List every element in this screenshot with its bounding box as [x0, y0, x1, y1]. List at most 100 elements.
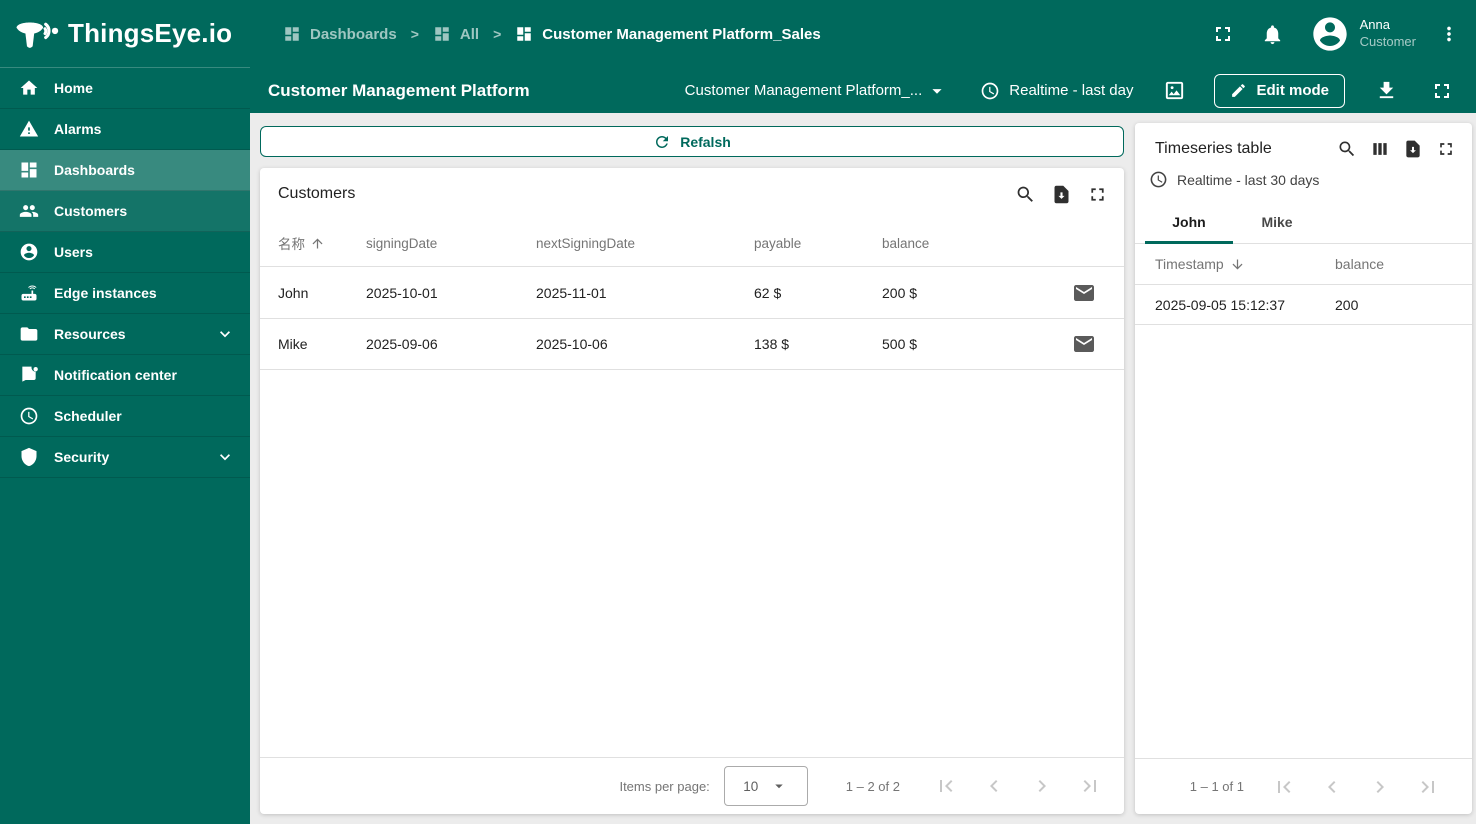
table-header-row: Timestamp balance	[1135, 244, 1472, 285]
pencil-icon	[1230, 82, 1247, 99]
cell-payable: 138 $	[754, 336, 790, 352]
dashboard-fullscreen-icon[interactable]	[1430, 79, 1454, 103]
paginator: 1 – 1 of 1	[1135, 758, 1472, 814]
timewindow-selector[interactable]: Realtime - last day	[980, 81, 1133, 101]
page-size-select[interactable]: 10	[723, 766, 808, 806]
table-row[interactable]: Mike 2025-09-06 2025-10-06 138 $ 500 $	[260, 318, 1124, 370]
dashboard-grid-icon	[433, 25, 451, 43]
sidebar-item-scheduler[interactable]: Scheduler	[0, 396, 250, 437]
sidebar-item-edge-instances[interactable]: Edge instances	[0, 273, 250, 314]
tab-mike[interactable]: Mike	[1233, 200, 1321, 243]
dashboard-grid-icon	[19, 160, 39, 180]
paginator: Items per page: 10 1 – 2 of 2	[260, 757, 1124, 814]
cell-timestamp: 2025-09-05 15:12:37	[1155, 296, 1285, 313]
router-icon	[19, 283, 39, 303]
export-file-icon[interactable]	[1051, 184, 1072, 205]
column-header-timestamp[interactable]: Timestamp	[1155, 256, 1335, 272]
table-row[interactable]: 2025-09-05 15:12:37 200	[1135, 285, 1472, 325]
cell-signing-date: 2025-10-01	[366, 284, 438, 301]
widget-fullscreen-icon[interactable]	[1436, 139, 1456, 159]
tab-john[interactable]: John	[1145, 200, 1233, 244]
breadcrumb-all[interactable]: All	[433, 25, 479, 43]
app-window: ThingsEye.io Dashboards > All > Customer…	[0, 0, 1476, 824]
cell-next-signing-date: 2025-11-01	[536, 284, 607, 301]
sidebar-item-customers[interactable]: Customers	[0, 191, 250, 232]
sidebar-item-security[interactable]: Security	[0, 437, 250, 478]
sort-desc-icon	[1230, 257, 1245, 272]
notifications-bell-icon[interactable]	[1261, 23, 1284, 46]
cell-signing-date: 2025-09-06	[366, 336, 438, 352]
user-avatar[interactable]	[1310, 14, 1350, 54]
email-icon[interactable]	[1072, 281, 1096, 305]
next-page-icon[interactable]	[1368, 775, 1392, 799]
column-header-balance[interactable]: balance	[1335, 256, 1472, 272]
sidebar-item-users[interactable]: Users	[0, 232, 250, 273]
column-header-balance[interactable]: balance	[882, 236, 1032, 251]
table-empty-space	[260, 370, 1124, 757]
search-icon[interactable]	[1015, 184, 1036, 205]
search-icon[interactable]	[1337, 139, 1357, 159]
column-header-name[interactable]: 名称	[260, 233, 366, 253]
first-page-icon[interactable]	[1272, 775, 1296, 799]
breadcrumb: Dashboards > All > Customer Management P…	[283, 25, 821, 43]
widget-header: Customers	[260, 168, 1124, 220]
sidebar-item-dashboards[interactable]: Dashboards	[0, 150, 250, 191]
edit-mode-button[interactable]: Edit mode	[1214, 73, 1345, 108]
sidebar-item-alarms[interactable]: Alarms	[0, 109, 250, 150]
cell-name: Mike	[278, 336, 308, 352]
widget-actions	[1015, 184, 1108, 205]
breadcrumb-current-dashboard[interactable]: Customer Management Platform_Sales	[515, 25, 821, 43]
dashboard-grid-icon	[515, 25, 533, 43]
table-row[interactable]: John 2025-10-01 2025-11-01 62 $ 200 $	[260, 266, 1124, 318]
dashboard-state-selector[interactable]: Customer Management Platform_...	[685, 80, 949, 102]
items-per-page-label: Items per page:	[619, 778, 710, 794]
user-name: Anna	[1359, 17, 1391, 33]
refresh-icon	[653, 133, 671, 151]
column-header-next-signing-date[interactable]: nextSigningDate	[536, 236, 754, 251]
user-role: Customer	[1359, 34, 1416, 49]
widget-timewindow-selector[interactable]: Realtime - last 30 days	[1149, 170, 1472, 189]
breadcrumb-dashboards[interactable]: Dashboards	[283, 25, 397, 43]
column-header-signing-date[interactable]: signingDate	[366, 236, 536, 251]
dashboard-image-icon[interactable]	[1163, 79, 1186, 102]
prev-page-icon[interactable]	[1320, 775, 1344, 799]
widget-fullscreen-icon[interactable]	[1087, 184, 1108, 205]
dashboard-grid-icon	[283, 25, 301, 43]
last-page-icon[interactable]	[1078, 774, 1102, 798]
sidebar-item-notification-center[interactable]: Notification center	[0, 355, 250, 396]
thingseye-logo-icon	[13, 16, 59, 52]
last-page-icon[interactable]	[1416, 775, 1440, 799]
sidebar-item-home[interactable]: Home	[0, 68, 250, 109]
cell-balance: 500 $	[882, 336, 918, 352]
cell-next-signing-date: 2025-10-06	[536, 336, 608, 352]
table-header-row: 名称 signingDate nextSigningDate payable b…	[260, 220, 1124, 266]
user-info: Anna Customer	[1360, 17, 1416, 51]
dropdown-caret-icon	[926, 80, 948, 102]
brand-name: ThingsEye.io	[68, 18, 233, 48]
widget-header: Timeseries table	[1135, 123, 1472, 159]
prev-page-icon[interactable]	[982, 774, 1006, 798]
dropdown-caret-icon	[770, 777, 788, 795]
fullscreen-icon[interactable]	[1211, 22, 1235, 46]
page-range-label: 1 – 1 of 1	[1189, 779, 1244, 794]
download-icon[interactable]	[1375, 79, 1398, 102]
export-file-icon[interactable]	[1403, 139, 1423, 159]
next-page-icon[interactable]	[1030, 774, 1054, 798]
page-range-label: 1 – 2 of 2	[845, 778, 900, 794]
column-header-payable[interactable]: payable	[754, 236, 882, 251]
refresh-button[interactable]: Refalsh	[260, 126, 1124, 157]
folder-icon	[19, 324, 39, 344]
columns-icon[interactable]	[1370, 139, 1390, 159]
sort-asc-icon	[310, 236, 325, 251]
first-page-icon[interactable]	[934, 774, 958, 798]
breadcrumb-separator: >	[410, 26, 419, 42]
chevron-down-icon	[215, 324, 235, 344]
sidebar-item-resources[interactable]: Resources	[0, 314, 250, 355]
breadcrumb-separator: >	[493, 26, 502, 42]
widget-title: Timeseries table	[1155, 140, 1272, 157]
more-vert-icon[interactable]	[1438, 23, 1460, 45]
shield-icon	[19, 447, 39, 467]
email-icon[interactable]	[1072, 332, 1096, 356]
brand-logo[interactable]: ThingsEye.io	[0, 0, 250, 68]
cell-payable: 62 $	[754, 284, 782, 301]
